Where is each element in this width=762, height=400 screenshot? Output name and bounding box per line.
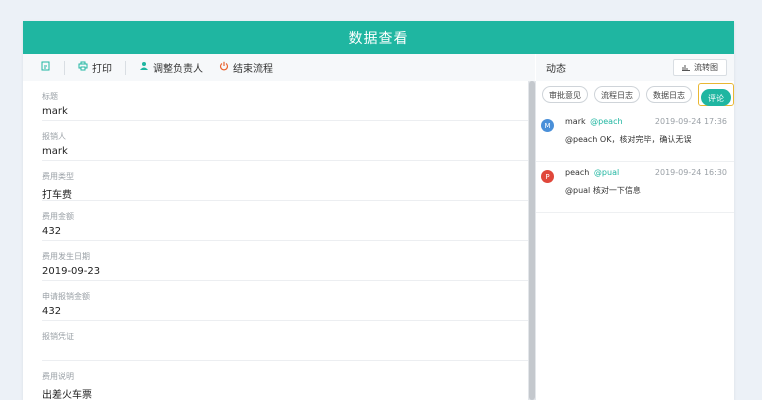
field-value: 2019-09-23: [42, 266, 101, 277]
user-icon: [139, 61, 149, 74]
reassign-owner-button[interactable]: 调整负责人: [139, 60, 203, 75]
form-field: 申请报销金额 432: [42, 281, 528, 321]
field-label: 费用说明: [42, 372, 74, 381]
activity-tabs: 审批意见 流程日志 数据日志 评论: [536, 81, 734, 111]
field-value: [42, 346, 528, 359]
flow-chart-button[interactable]: 流转图: [673, 59, 727, 76]
form-field: 费用发生日期 2019-09-23: [42, 241, 528, 281]
avatar: M: [541, 119, 554, 132]
activity-title: 动态: [546, 64, 566, 75]
detail-form: 标题 mark 报销人 mark 费用类型 打车费 费用金额 432 费用发生日…: [23, 81, 528, 400]
field-value: 432: [42, 226, 62, 237]
toolbar-divider: [64, 60, 65, 75]
comment-text: @peach OK，核对完毕，确认无误: [565, 135, 692, 144]
flow-chart-label: 流转图: [694, 63, 718, 72]
edit-icon: [41, 61, 51, 74]
comment-mention[interactable]: @pual: [594, 168, 619, 177]
scrollbar-thumb[interactable]: [529, 81, 535, 400]
tab-comments[interactable]: 评论: [701, 89, 731, 106]
form-field: 费用金额 432: [42, 201, 528, 241]
field-label: 报销人: [42, 132, 66, 141]
comment-mention[interactable]: @peach: [590, 117, 622, 126]
avatar: P: [541, 170, 554, 183]
activity-section: 动态 流转图 审批意见 流程日志 数据日志 评论 M mark @peach 2…: [536, 54, 734, 400]
field-label: 费用金额: [42, 212, 74, 221]
print-label: 打印: [92, 64, 112, 75]
field-label: 报销凭证: [42, 332, 74, 341]
form-scrollbar[interactable]: [528, 81, 536, 400]
field-value: mark: [42, 146, 68, 157]
comment-time: 2019-09-24 16:30: [654, 168, 727, 177]
field-label: 费用类型: [42, 172, 74, 181]
form-field: 报销人 mark: [42, 121, 528, 161]
tab-data-log[interactable]: 数据日志: [646, 86, 692, 103]
comment-time: 2019-09-24 17:36: [654, 117, 727, 126]
data-view-panel: 数据查看 打印 调整负责人 结束流程 标题 mark 报销人 mark 费用类型…: [23, 21, 734, 400]
bar-chart-icon: [682, 63, 690, 73]
reassign-owner-label: 调整负责人: [153, 64, 203, 75]
field-label: 申请报销金额: [42, 292, 90, 301]
edit-button[interactable]: [41, 61, 51, 74]
comment-meta: mark @peach 2019-09-24 17:36: [565, 117, 727, 126]
panel-body: 打印 调整负责人 结束流程 标题 mark 报销人 mark 费用类型 打车费 …: [23, 54, 734, 400]
activity-header: 动态 流转图: [536, 54, 734, 81]
comment-author: mark: [565, 117, 586, 126]
end-flow-label: 结束流程: [233, 64, 273, 75]
comment-author-line: peach @pual: [565, 168, 619, 177]
active-tab-highlight: 评论: [698, 83, 734, 106]
comment-item: P peach @pual 2019-09-24 16:30 @pual 核对一…: [536, 162, 734, 213]
form-field: 费用类型 打车费: [42, 161, 528, 201]
toolbar: 打印 调整负责人 结束流程: [23, 54, 535, 81]
power-icon: [219, 61, 229, 74]
end-flow-button[interactable]: 结束流程: [219, 60, 273, 75]
comment-author: peach: [565, 168, 590, 177]
form-field: 标题 mark: [42, 81, 528, 121]
page-title: 数据查看: [23, 21, 734, 54]
comment-author-line: mark @peach: [565, 117, 623, 126]
field-value: mark: [42, 106, 68, 117]
detail-section: 打印 调整负责人 结束流程 标题 mark 报销人 mark 费用类型 打车费 …: [23, 54, 536, 400]
print-icon: [78, 61, 88, 74]
comment-item: M mark @peach 2019-09-24 17:36 @peach OK…: [536, 111, 734, 162]
comment-meta: peach @pual 2019-09-24 16:30: [565, 168, 727, 177]
toolbar-divider: [125, 60, 126, 75]
tab-process-log[interactable]: 流程日志: [594, 86, 640, 103]
field-value: 432: [42, 306, 62, 317]
field-value: 打车费: [42, 190, 72, 201]
print-button[interactable]: 打印: [78, 60, 112, 75]
field-value: 出差火车票: [42, 390, 92, 400]
form-field: 费用说明 出差火车票: [42, 361, 528, 400]
tab-approval-opinions[interactable]: 审批意见: [542, 86, 588, 103]
comment-text: @pual 核对一下信息: [565, 186, 641, 195]
field-label: 费用发生日期: [42, 252, 90, 261]
field-label: 标题: [42, 92, 58, 101]
form-field: 报销凭证: [42, 321, 528, 361]
